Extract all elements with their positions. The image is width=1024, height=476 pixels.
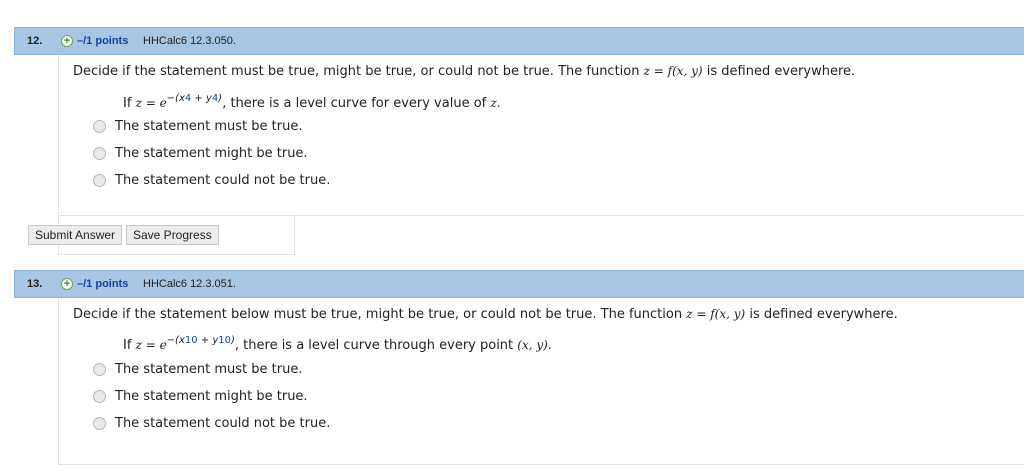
- statement-if: If: [123, 96, 132, 111]
- radio-button[interactable]: [93, 120, 106, 133]
- prompt-tail: is defined everywhere.: [749, 307, 898, 322]
- prompt-text: Decide if the statement must be true, mi…: [73, 64, 640, 79]
- points-label: –/1 points: [77, 278, 129, 290]
- prompt-tail: is defined everywhere.: [706, 64, 856, 79]
- question-13: 13. + –/1 points HHCalc6 12.3.051. Decid…: [14, 270, 1024, 465]
- statement-if: If: [123, 338, 132, 353]
- statement-z: z = e: [135, 338, 167, 352]
- option-label: The statement could not be true.: [115, 173, 331, 188]
- radio-button[interactable]: [93, 363, 106, 376]
- prompt-math: z = f(x, y): [643, 64, 703, 78]
- expand-plus-icon[interactable]: +: [61, 35, 73, 47]
- question-header: 12. + –/1 points HHCalc6 12.3.050.: [14, 27, 1024, 55]
- exp-plus: + y: [191, 93, 212, 104]
- statement-rest: , there is a level curve for every value…: [222, 96, 487, 111]
- divider: [295, 215, 1024, 216]
- exp-open: −(x: [166, 335, 185, 346]
- exp-plus: + y: [197, 335, 219, 346]
- radio-button[interactable]: [93, 174, 106, 187]
- radio-button[interactable]: [93, 147, 106, 160]
- question-prompt: Decide if the statement below must be tr…: [73, 307, 898, 322]
- prompt-math: z = f(x, y): [686, 307, 746, 321]
- question-prompt: Decide if the statement must be true, mi…: [73, 64, 855, 79]
- prompt-text: Decide if the statement below must be tr…: [73, 307, 683, 322]
- option-label: The statement might be true.: [115, 146, 308, 161]
- radio-button[interactable]: [93, 417, 106, 430]
- question-body: Decide if the statement below must be tr…: [58, 298, 1024, 465]
- exp-open: −(x: [166, 93, 185, 104]
- question-12: 12. + –/1 points HHCalc6 12.3.050. Decid…: [14, 27, 1024, 255]
- statement-rest: , there is a level curve through every p…: [234, 338, 514, 353]
- question-source: HHCalc6 12.3.051.: [143, 278, 236, 290]
- question-header: 13. + –/1 points HHCalc6 12.3.051.: [14, 270, 1024, 298]
- option-label: The statement must be true.: [115, 119, 303, 134]
- question-number: 12.: [27, 35, 43, 47]
- points-label: –/1 points: [77, 35, 129, 47]
- save-progress-button[interactable]: Save Progress: [126, 225, 219, 245]
- submit-answer-button[interactable]: Submit Answer: [28, 225, 123, 245]
- statement: If z = e−(x10 + y10), there is a level c…: [123, 335, 552, 353]
- option-label: The statement could not be true.: [115, 416, 331, 431]
- option-label: The statement must be true.: [115, 362, 303, 377]
- question-number: 13.: [27, 278, 43, 290]
- exp-a: 10: [184, 335, 198, 346]
- expand-plus-icon[interactable]: +: [61, 278, 73, 290]
- statement-var: (x, y).: [517, 338, 552, 352]
- option-label: The statement might be true.: [115, 389, 308, 404]
- statement-z: z = e: [135, 96, 167, 110]
- question-source: HHCalc6 12.3.050.: [143, 35, 236, 47]
- exponent: −(x10 + y10): [167, 335, 235, 346]
- exp-b: 10: [218, 335, 231, 346]
- statement: If z = e−(x4 + y4), there is a level cur…: [123, 93, 501, 111]
- exponent: −(x4 + y4): [167, 93, 223, 104]
- radio-button[interactable]: [93, 390, 106, 403]
- statement-var: z.: [490, 96, 501, 110]
